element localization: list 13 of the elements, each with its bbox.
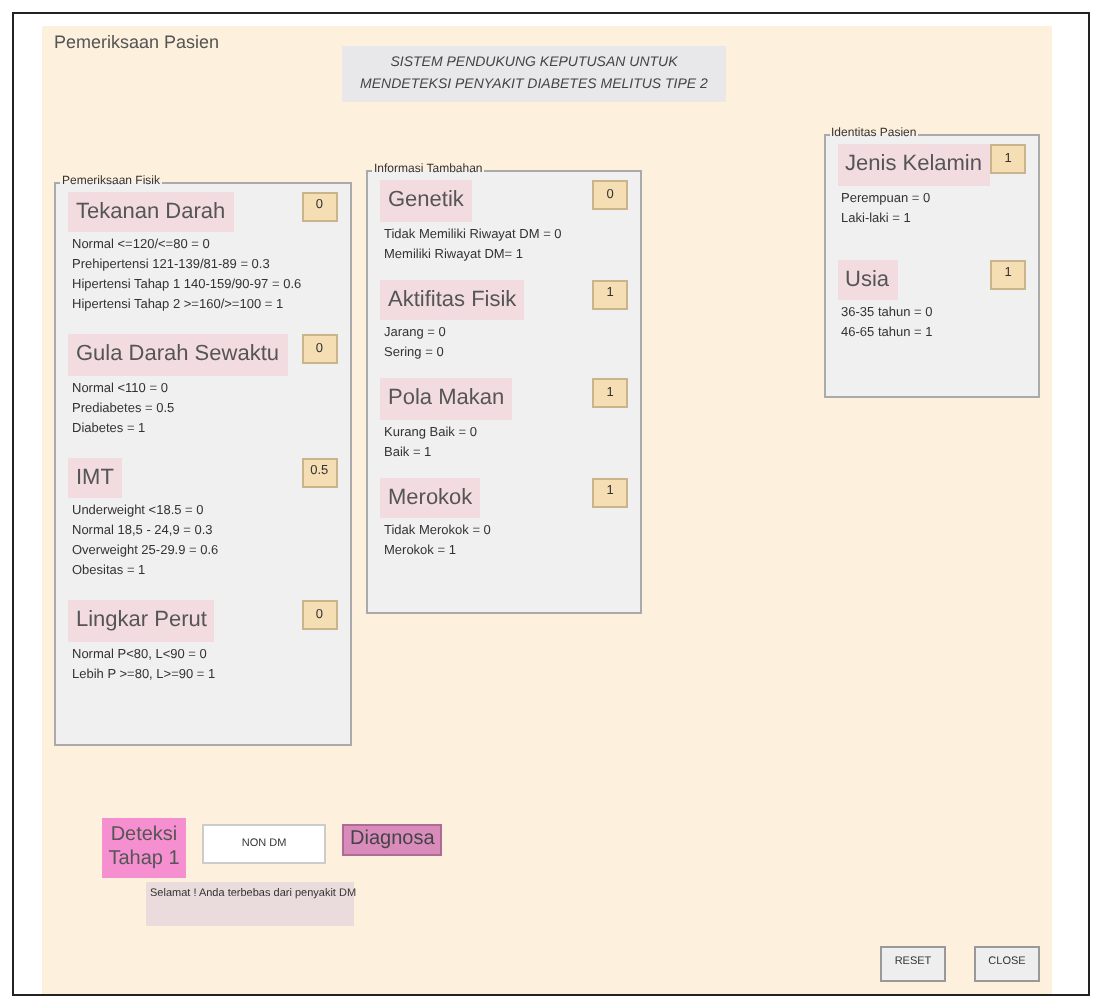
section-title: Usia — [837, 259, 898, 300]
section-title: IMT — [68, 457, 122, 498]
window-title: Pemeriksaan Pasien — [54, 30, 222, 56]
section-title: Pola Makan — [380, 378, 513, 419]
section-title: Lingkar Perut — [68, 600, 215, 641]
section-title: Aktifitas Fisik — [380, 279, 525, 320]
section-title: Tekanan Darah — [68, 191, 234, 232]
section-title: Jenis Kelamin — [837, 144, 990, 185]
section-title: Merokok — [380, 477, 481, 518]
section-title: Gula Darah Sewaktu — [68, 334, 287, 375]
diagnose-button[interactable]: Diagnosa — [342, 823, 443, 855]
stage-label: Deteksi Tahap 1 — [102, 817, 186, 877]
section-title: Genetik — [380, 180, 472, 221]
